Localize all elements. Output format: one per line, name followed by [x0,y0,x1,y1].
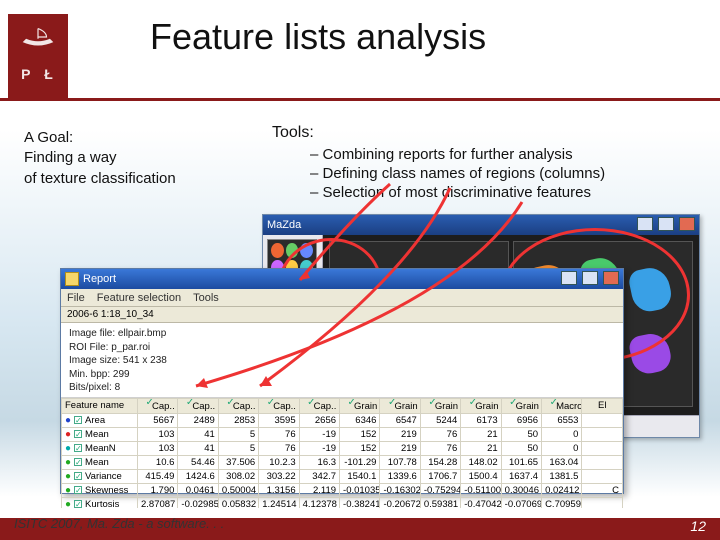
maximize-button[interactable] [582,271,598,285]
column-header[interactable]: Cap.. [218,398,258,413]
header: P Ł Feature lists analysis [0,6,720,102]
column-header[interactable]: Grain [340,398,380,413]
boat-icon [21,26,55,53]
info-line: ROI File: p_par.roi [69,341,615,355]
close-button[interactable] [603,271,619,285]
tools-list: Combining reports for further analysis D… [310,146,605,203]
tools-label: Tools: [272,124,314,142]
column-header[interactable]: Grain [380,398,420,413]
logo-letters: P Ł [21,66,55,82]
close-button[interactable] [679,217,695,231]
minimize-button[interactable] [561,271,577,285]
column-header[interactable]: Grain [501,398,541,413]
header-rule [0,98,720,101]
info-line: Min. bpp: 299 [69,368,615,382]
report-titlebar[interactable]: Report [61,269,623,289]
window-controls[interactable] [559,271,619,288]
university-logo: P Ł [8,14,68,98]
footer: ISITC 2007, Ma. Zda - a software. . . 12 [0,514,720,540]
report-window: Report File Feature selection Tools 2006… [60,268,624,494]
info-line: Image size: 541 x 238 [69,354,615,368]
menu-tools[interactable]: Tools [193,292,219,304]
column-header[interactable]: Cap.. [299,398,339,413]
report-table[interactable]: Feature nameCap..Cap..Cap..Cap..Cap..Gra… [61,398,623,508]
table-row[interactable]: ●✓Area5667248928533595265663466547524461… [62,413,623,427]
report-table-wrap[interactable]: Feature nameCap..Cap..Cap..Cap..Cap..Gra… [61,398,623,508]
report-info: Image file: ellpair.bmp ROI File: p_par.… [61,323,623,398]
column-header[interactable]: Grain [420,398,460,413]
table-row[interactable]: ●✓Skewness1.7900.04610.500041.31562.119-… [62,483,623,497]
report-title: Report [83,273,116,285]
goal-line-2: of texture classification [24,169,254,189]
tools-item: Selection of most discriminative feature… [310,184,605,201]
report-subheader: 2006-6 1:18_10_34 [61,307,623,323]
table-row[interactable]: ●✓Mean10341576-191522197621500 [62,427,623,441]
menu-feature-selection[interactable]: Feature selection [97,292,181,304]
report-menubar[interactable]: File Feature selection Tools [61,289,623,307]
goal-label: A Goal: [24,128,254,148]
mazda-titlebar[interactable]: MaZda [263,215,699,235]
menu-file[interactable]: File [67,292,85,304]
info-line: Bits/pixel: 8 [69,381,615,395]
tools-item: Combining reports for further analysis [310,146,605,163]
column-header[interactable]: Cap.. [178,398,218,413]
column-header[interactable]: Cap.. [138,398,178,413]
page-number: 12 [690,518,706,534]
footer-text: ISITC 2007, Ma. Zda - a software. . . [14,516,224,537]
report-icon [65,272,79,286]
column-header[interactable]: Macro.. [542,398,582,413]
column-header[interactable]: Feature name [62,398,138,413]
table-row[interactable]: ●✓Variance415.491424.6308.02303.22342.71… [62,469,623,483]
info-line: Image file: ellpair.bmp [69,327,615,341]
goal-block: A Goal: Finding a way of texture classif… [24,128,254,189]
column-header[interactable]: Cap.. [259,398,299,413]
table-row[interactable]: ●✓MeanN10341576-191522197621500 [62,441,623,455]
minimize-button[interactable] [637,217,653,231]
maximize-button[interactable] [658,217,674,231]
table-row[interactable]: ●✓Mean10.654.4637.50610.2.316.3-101.2910… [62,455,623,469]
goal-line-1: Finding a way [24,148,254,168]
slide-title: Feature lists analysis [150,16,486,58]
tools-item: Defining class names of regions (columns… [310,165,605,182]
mazda-title: MaZda [267,219,301,231]
column-header[interactable]: Grain [461,398,501,413]
table-row[interactable]: ●✓Kurtosis2.87087-0.0298560.058321.24514… [62,497,623,508]
column-header[interactable]: El [582,398,623,413]
slide: P Ł Feature lists analysis A Goal: Findi… [0,0,720,540]
window-controls[interactable] [635,217,695,234]
